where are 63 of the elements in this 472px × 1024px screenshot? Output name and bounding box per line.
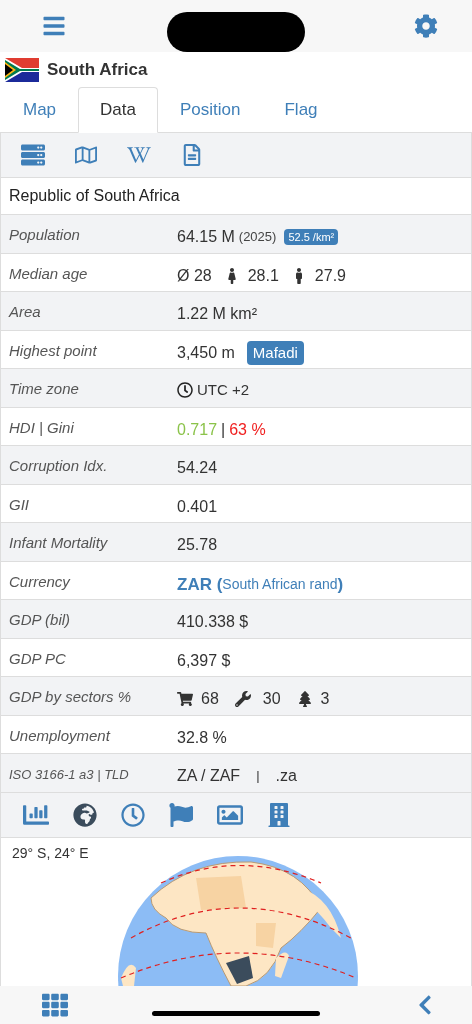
- row-label: HDI | Gini: [8, 417, 75, 438]
- coordinates-text: 29° S, 24° E: [12, 843, 89, 863]
- list-icon[interactable]: [21, 143, 45, 167]
- value-text: 410.338 $: [177, 613, 249, 630]
- row-label: Population: [8, 225, 81, 245]
- row-label: Currency: [8, 571, 72, 592]
- settings-icon[interactable]: [414, 14, 438, 38]
- currency-link[interactable]: ZAR (South African rand): [177, 571, 344, 597]
- hdi-value: 0.717: [177, 419, 218, 440]
- services-share: 68: [201, 689, 219, 709]
- row-label: Corruption Idx.: [8, 456, 109, 476]
- row-label: GDP by sectors %: [8, 687, 132, 707]
- gini-value: 63 %: [229, 419, 266, 440]
- value-text: 6,397 $: [177, 651, 231, 669]
- value-text: 25.78: [177, 536, 218, 553]
- globe-icon[interactable]: [73, 802, 97, 827]
- row-label: Median age: [8, 263, 89, 284]
- value-text: Ø 28: [177, 265, 212, 286]
- industry-share: 30: [262, 689, 281, 709]
- tld-value: .za: [275, 766, 297, 786]
- tab[interactable]: Position: [158, 87, 263, 133]
- peak-badge[interactable]: Mafadi: [246, 340, 304, 365]
- value-text: 1.22 M km²: [177, 305, 257, 322]
- row-label: ISO 3166-1 a3 | TLD: [8, 766, 130, 784]
- clock-icon: [177, 382, 193, 399]
- row-label: Area: [7, 302, 42, 322]
- value-text: UTC +2: [197, 380, 250, 400]
- row-label: Highest point: [8, 340, 98, 361]
- value-text: 54.24: [177, 459, 218, 476]
- row-label: GII: [8, 494, 30, 515]
- official-name: Republic of South Africa: [9, 186, 180, 206]
- separator: |: [256, 767, 260, 786]
- flag-icon[interactable]: [169, 802, 193, 827]
- tab[interactable]: Flag: [262, 87, 340, 133]
- map-icon[interactable]: [75, 144, 97, 166]
- row-label: Unemployment: [8, 725, 112, 746]
- tab[interactable]: Map: [1, 87, 79, 133]
- value-text: 64.15 M: [177, 227, 235, 247]
- year-note: (2025): [238, 228, 277, 247]
- row-label: Time zone: [8, 379, 80, 399]
- grid-icon[interactable]: [42, 991, 68, 1018]
- male-age: 27.9: [314, 265, 346, 286]
- flag-icon: [5, 57, 39, 82]
- separator: |: [221, 419, 226, 440]
- value-text: 3,450 m: [177, 342, 235, 363]
- country-title: South Africa: [47, 58, 148, 81]
- row-label: GDP PC: [8, 648, 67, 669]
- value-text: 32.8 %: [177, 728, 227, 746]
- document-icon[interactable]: [181, 144, 203, 166]
- wrench-icon: [234, 691, 251, 707]
- clock-icon[interactable]: [121, 802, 145, 827]
- row-label: GDP (bil): [8, 610, 72, 630]
- agriculture-share: 3: [320, 689, 330, 709]
- cart-icon: [177, 691, 193, 707]
- tab[interactable]: Data: [78, 87, 158, 133]
- row-label: Infant Mortality: [8, 533, 109, 553]
- value-text: 0.401: [177, 497, 218, 515]
- value-text: ZA / ZAF: [177, 766, 241, 786]
- menu-icon[interactable]: [42, 14, 66, 38]
- tree-icon: [296, 691, 313, 707]
- density-badge: 52.5 /km²: [284, 228, 339, 246]
- female-age: 28.1: [247, 265, 279, 286]
- building-icon[interactable]: [267, 802, 291, 827]
